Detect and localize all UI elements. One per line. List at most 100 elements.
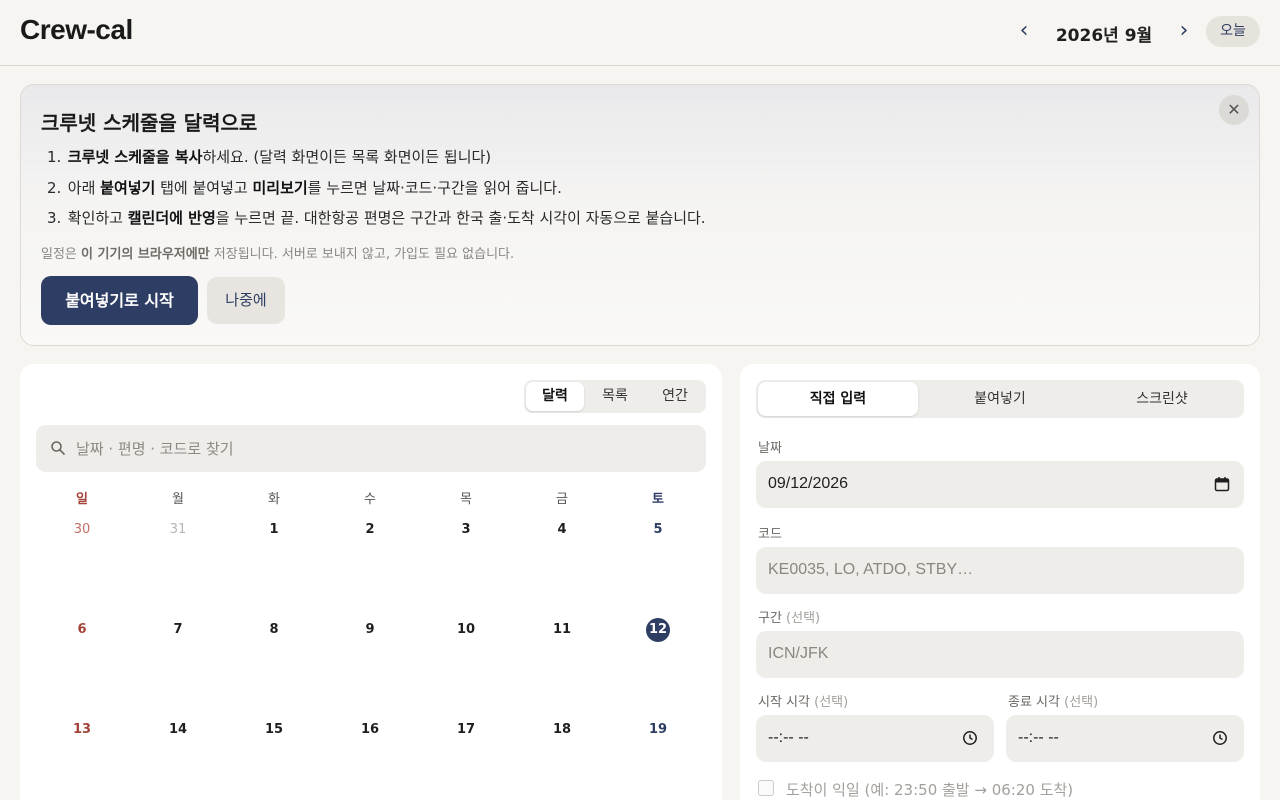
weekday-thu: 목 — [460, 492, 472, 507]
calendar-day[interactable]: 16 — [322, 716, 418, 800]
day-number: 14 — [168, 722, 188, 737]
day-number: 4 — [557, 522, 567, 537]
day-number: 31 — [169, 522, 187, 537]
app-title: Crew-cal — [20, 14, 133, 45]
date-value: 09/12/2026 — [768, 475, 849, 492]
calendar-day[interactable]: 12 — [610, 616, 706, 716]
calendar-day[interactable]: 5 — [610, 516, 706, 616]
top-bar: Crew-cal ‹ 2026년 9월 › 오늘 — [0, 0, 1280, 66]
calendar-day[interactable]: 17 — [418, 716, 514, 800]
end-time-label: 종료 시각 (선택) — [1008, 695, 1099, 710]
route-field[interactable]: ICN/JFK — [756, 631, 1244, 678]
tab-manual-entry[interactable]: 직접 입력 — [758, 382, 918, 416]
calendar-day[interactable]: 31 — [130, 516, 226, 616]
calendar-icon[interactable] — [1214, 476, 1230, 492]
privacy-note: 일정은 이 기기의 브라우저에만 저장됩니다. 서버로 보내지 않고, 가입도 … — [41, 247, 515, 262]
day-number: 5 — [653, 522, 663, 537]
steps-list: 1. 크루넷 스케줄을 복사하세요. (달력 화면이든 목록 화면이든 됩니다)… — [47, 147, 1227, 239]
search-input[interactable] — [76, 433, 686, 464]
view-year-tab[interactable]: 연간 — [646, 382, 704, 411]
day-number: 9 — [365, 622, 375, 637]
calendar-day[interactable]: 2 — [322, 516, 418, 616]
later-button[interactable]: 나중에 — [207, 277, 285, 324]
end-time-value: --:-- -- — [1018, 729, 1059, 746]
day-number: 17 — [456, 722, 476, 737]
day-number: 16 — [360, 722, 380, 737]
day-number: 12 — [646, 618, 670, 642]
entry-panel: 직접 입력 붙여넣기 스크린샷 날짜 09/12/2026 코드 KE0035,… — [740, 364, 1260, 800]
day-number: 11 — [552, 622, 572, 637]
start-time-field[interactable]: --:-- -- — [756, 715, 994, 762]
calendar-day[interactable]: 14 — [130, 716, 226, 800]
day-number: 18 — [552, 722, 572, 737]
day-number: 30 — [73, 522, 91, 537]
onboarding-banner: 크루넷 스케줄을 달력으로 ✕ 1. 크루넷 스케줄을 복사하세요. (달력 화… — [20, 84, 1260, 346]
code-label: 코드 — [758, 527, 782, 542]
day-number: 3 — [461, 522, 471, 537]
calendar-grid: 30 31 1 2 3 4 5 6 7 8 9 10 11 12 13 14 15 16 17 18 19 — [34, 516, 706, 800]
start-time-value: --:-- -- — [768, 729, 809, 746]
calendar-day[interactable]: 18 — [514, 716, 610, 800]
overnight-label: 도착이 익일 (예: 23:50 출발 → 06:20 도착) — [786, 781, 1074, 799]
close-banner-button[interactable]: ✕ — [1219, 95, 1249, 125]
calendar-day[interactable]: 19 — [610, 716, 706, 800]
tab-screenshot[interactable]: 스크린샷 — [1082, 382, 1242, 416]
overnight-checkbox[interactable] — [758, 780, 774, 796]
end-time-field[interactable]: --:-- -- — [1006, 715, 1244, 762]
calendar-day[interactable]: 11 — [514, 616, 610, 716]
clock-icon[interactable] — [1212, 730, 1228, 746]
day-number: 7 — [173, 622, 183, 637]
calendar-day[interactable]: 15 — [226, 716, 322, 800]
day-number: 15 — [264, 722, 284, 737]
view-switcher: 달력 목록 연간 — [524, 380, 706, 413]
route-label: 구간 (선택) — [758, 611, 821, 626]
day-number: 13 — [72, 722, 92, 737]
route-placeholder: ICN/JFK — [768, 645, 829, 662]
calendar-day[interactable]: 7 — [130, 616, 226, 716]
search-icon — [51, 441, 65, 455]
step-3: 3. 확인하고 캘린더에 반영을 누르면 끝. 대한항공 편명은 구간과 한국 … — [47, 209, 706, 227]
date-label: 날짜 — [758, 441, 782, 456]
start-paste-button[interactable]: 붙여넣기로 시작 — [41, 276, 198, 325]
day-number: 8 — [269, 622, 279, 637]
calendar-day[interactable]: 30 — [34, 516, 130, 616]
prev-month-button[interactable]: ‹ — [1010, 18, 1038, 46]
banner-title: 크루넷 스케줄을 달력으로 — [41, 111, 258, 135]
view-month-tab[interactable]: 달력 — [526, 382, 584, 411]
weekday-sat: 토 — [652, 492, 664, 507]
calendar-day[interactable]: 1 — [226, 516, 322, 616]
day-number: 6 — [77, 622, 87, 637]
date-field[interactable]: 09/12/2026 — [756, 461, 1244, 508]
calendar-day[interactable]: 9 — [322, 616, 418, 716]
weekday-tue: 화 — [268, 492, 280, 507]
step-2: 2. 아래 붙여넣기 탭에 붙여넣고 미리보기를 누르면 날짜·코드·구간을 읽… — [47, 178, 562, 197]
calendar-panel: 달력 목록 연간 일 월 화 수 목 금 토 30311234567891011… — [20, 364, 722, 800]
today-button[interactable]: 오늘 — [1206, 16, 1260, 47]
day-number: 19 — [648, 722, 668, 737]
calendar-day[interactable]: 3 — [418, 516, 514, 616]
step-1: 1. 크루넷 스케줄을 복사하세요. (달력 화면이든 목록 화면이든 됩니다) — [47, 148, 492, 166]
calendar-day[interactable]: 6 — [34, 616, 130, 716]
day-number: 1 — [269, 522, 279, 537]
current-month-label: 2026년 9월 — [1055, 26, 1153, 46]
entry-mode-tabs: 직접 입력 붙여넣기 스크린샷 — [756, 380, 1244, 418]
calendar-day[interactable]: 13 — [34, 716, 130, 800]
day-number: 10 — [456, 622, 476, 637]
view-list-tab[interactable]: 목록 — [586, 382, 644, 411]
weekday-header: 일 월 화 수 목 금 토 — [34, 488, 706, 508]
weekday-wed: 수 — [364, 492, 376, 507]
next-month-button[interactable]: › — [1170, 18, 1198, 46]
day-number: 2 — [365, 522, 375, 537]
calendar-day[interactable]: 4 — [514, 516, 610, 616]
calendar-day[interactable]: 10 — [418, 616, 514, 716]
weekday-fri: 금 — [556, 492, 568, 507]
calendar-day[interactable]: 8 — [226, 616, 322, 716]
code-field[interactable]: KE0035, LO, ATDO, STBY… — [756, 547, 1244, 594]
code-placeholder: KE0035, LO, ATDO, STBY… — [768, 561, 974, 578]
start-time-label: 시작 시각 (선택) — [758, 695, 849, 710]
clock-icon[interactable] — [962, 730, 978, 746]
weekday-sun: 일 — [76, 492, 88, 507]
tab-paste[interactable]: 붙여넣기 — [920, 382, 1080, 416]
weekday-mon: 월 — [172, 492, 184, 507]
search-box[interactable] — [36, 425, 706, 472]
